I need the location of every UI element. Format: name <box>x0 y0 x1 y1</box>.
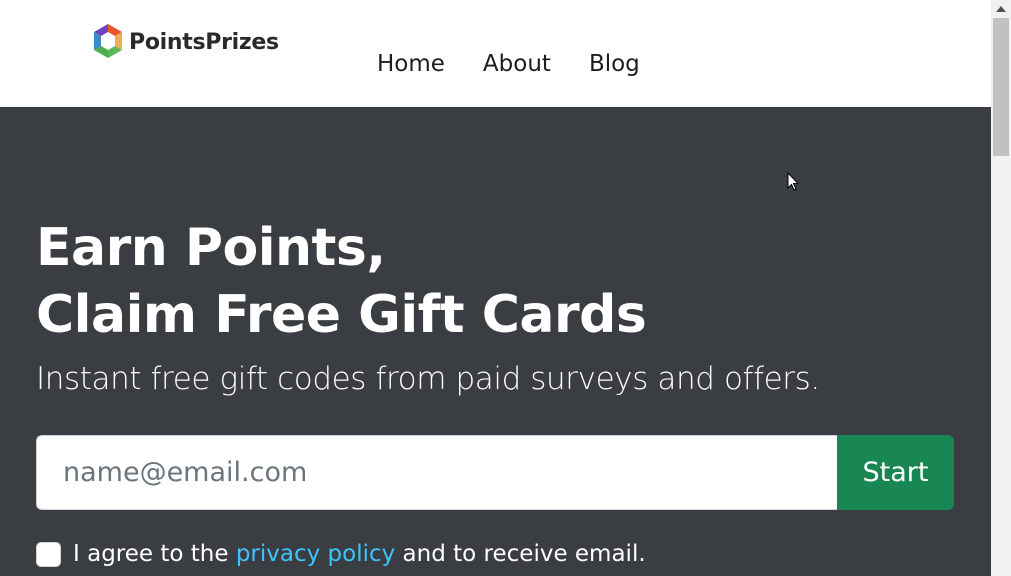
page: PointsPrizes Home About Blog Earn Points… <box>0 0 991 576</box>
hero-title-line-2: Claim Free Gift Cards <box>36 285 647 345</box>
agree-row: I agree to the privacy policy and to rec… <box>36 541 646 567</box>
brand-link[interactable]: PointsPrizes <box>90 22 279 62</box>
scroll-up-arrow-icon[interactable] <box>991 0 1011 17</box>
vertical-scrollbar[interactable] <box>991 0 1011 576</box>
brand-name: PointsPrizes <box>129 29 279 55</box>
hero-title-line-1: Earn Points, <box>36 218 386 278</box>
hero-subtitle: Instant free gift codes from paid survey… <box>36 361 820 397</box>
hero-section: Earn Points, Claim Free Gift Cards Insta… <box>0 107 991 576</box>
nav-home-link[interactable]: Home <box>358 48 464 80</box>
start-button[interactable]: Start <box>837 435 954 510</box>
navbar: PointsPrizes Home About Blog <box>0 0 991 107</box>
email-input[interactable] <box>36 435 837 510</box>
privacy-policy-link[interactable]: privacy policy <box>236 541 395 567</box>
agree-checkbox[interactable] <box>36 541 61 567</box>
nav-blog-link[interactable]: Blog <box>570 48 659 80</box>
nav-about-link[interactable]: About <box>464 48 570 80</box>
mouse-cursor-icon <box>787 172 799 191</box>
scrollbar-thumb[interactable] <box>993 18 1009 156</box>
hero-title: Earn Points, Claim Free Gift Cards <box>36 215 647 349</box>
main-nav: Home About Blog <box>358 48 659 80</box>
agree-text-after: and to receive email. <box>395 541 646 567</box>
hexagon-logo-icon <box>94 24 122 58</box>
agree-text-before: I agree to the <box>73 541 236 567</box>
signup-form: Start <box>36 435 954 510</box>
